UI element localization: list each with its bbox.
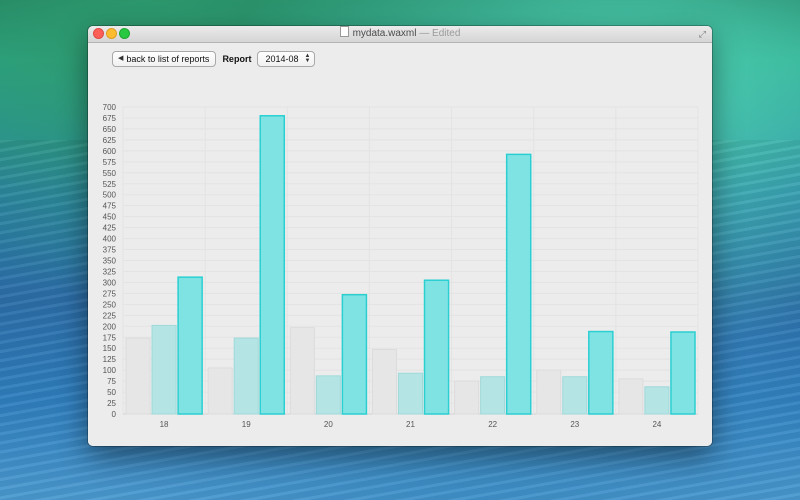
- y-tick-label: 125: [103, 355, 117, 364]
- document-icon: [339, 26, 349, 37]
- bar: [259, 115, 286, 415]
- bar: [125, 337, 151, 415]
- y-tick-label: 100: [103, 366, 117, 375]
- y-tick-label: 25: [107, 399, 116, 408]
- y-tick-label: 375: [103, 246, 117, 255]
- y-tick-label: 325: [103, 267, 117, 276]
- bar: [315, 375, 341, 415]
- x-tick-label: 23: [570, 420, 579, 429]
- x-tick-label: 18: [160, 420, 169, 429]
- y-tick-label: 50: [107, 388, 116, 397]
- x-tick-label: 21: [406, 420, 415, 429]
- bar: [618, 378, 644, 415]
- y-tick-label: 600: [103, 147, 117, 156]
- y-tick-label: 500: [103, 191, 117, 200]
- bar: [670, 331, 696, 415]
- y-tick-label: 75: [107, 377, 116, 386]
- x-tick-label: 19: [242, 420, 251, 429]
- bar: [480, 376, 506, 415]
- y-tick-label: 400: [103, 235, 117, 244]
- bar: [341, 293, 368, 415]
- y-tick-label: 675: [103, 114, 117, 123]
- bar: [644, 386, 670, 415]
- title-bar[interactable]: mydata.waxml — Edited ⤢: [88, 26, 712, 43]
- y-tick-label: 700: [103, 103, 117, 112]
- bar: [423, 279, 450, 415]
- bar: [371, 349, 397, 415]
- y-tick-label: 475: [103, 202, 117, 211]
- bar-chart: 0 25 50 75 100 125 150 175 200 225 250 275 300 325350…: [103, 103, 699, 429]
- bar: [397, 372, 424, 415]
- bar: [151, 324, 177, 415]
- bar: [536, 369, 562, 415]
- window-title: mydata.waxml — Edited: [88, 26, 712, 42]
- y-tick-label: 525: [103, 180, 117, 189]
- y-tick-label: 625: [103, 136, 117, 145]
- bar: [562, 376, 588, 415]
- y-tick-label: 450: [103, 213, 117, 222]
- bar: [177, 276, 203, 415]
- y-tick-label: 350: [103, 257, 117, 266]
- y-tick-label: 275: [103, 289, 117, 298]
- y-tick-label: 200: [103, 322, 117, 331]
- app-window: mydata.waxml — Edited ⤢ ◀ back to list o…: [88, 26, 712, 446]
- window-title-edited: — Edited: [419, 28, 461, 39]
- y-tick-label: 250: [103, 300, 117, 309]
- y-tick-label: 550: [103, 169, 117, 178]
- x-tick-label: 22: [488, 420, 497, 429]
- bar: [505, 153, 532, 415]
- window-title-text: mydata.waxml: [352, 28, 417, 39]
- x-tick-label: 24: [652, 420, 661, 429]
- x-tick-label: 20: [324, 420, 333, 429]
- report-content: ◀ back to list of reports Report 2014-08…: [88, 43, 712, 446]
- y-tick-label: 575: [103, 158, 117, 167]
- y-tick-label: 150: [103, 344, 117, 353]
- bar: [289, 327, 315, 415]
- y-tick-label: 425: [103, 224, 117, 233]
- y-tick-label: 225: [103, 311, 117, 320]
- y-tick-label: 300: [103, 278, 117, 287]
- bar: [207, 367, 233, 415]
- fullscreen-icon[interactable]: ⤢: [699, 29, 706, 39]
- bar: [454, 380, 480, 415]
- bar: [233, 337, 259, 415]
- y-tick-label: 175: [103, 333, 117, 342]
- y-tick-label: 650: [103, 125, 117, 134]
- bar: [588, 330, 614, 415]
- y-tick-label: 0: [112, 410, 117, 419]
